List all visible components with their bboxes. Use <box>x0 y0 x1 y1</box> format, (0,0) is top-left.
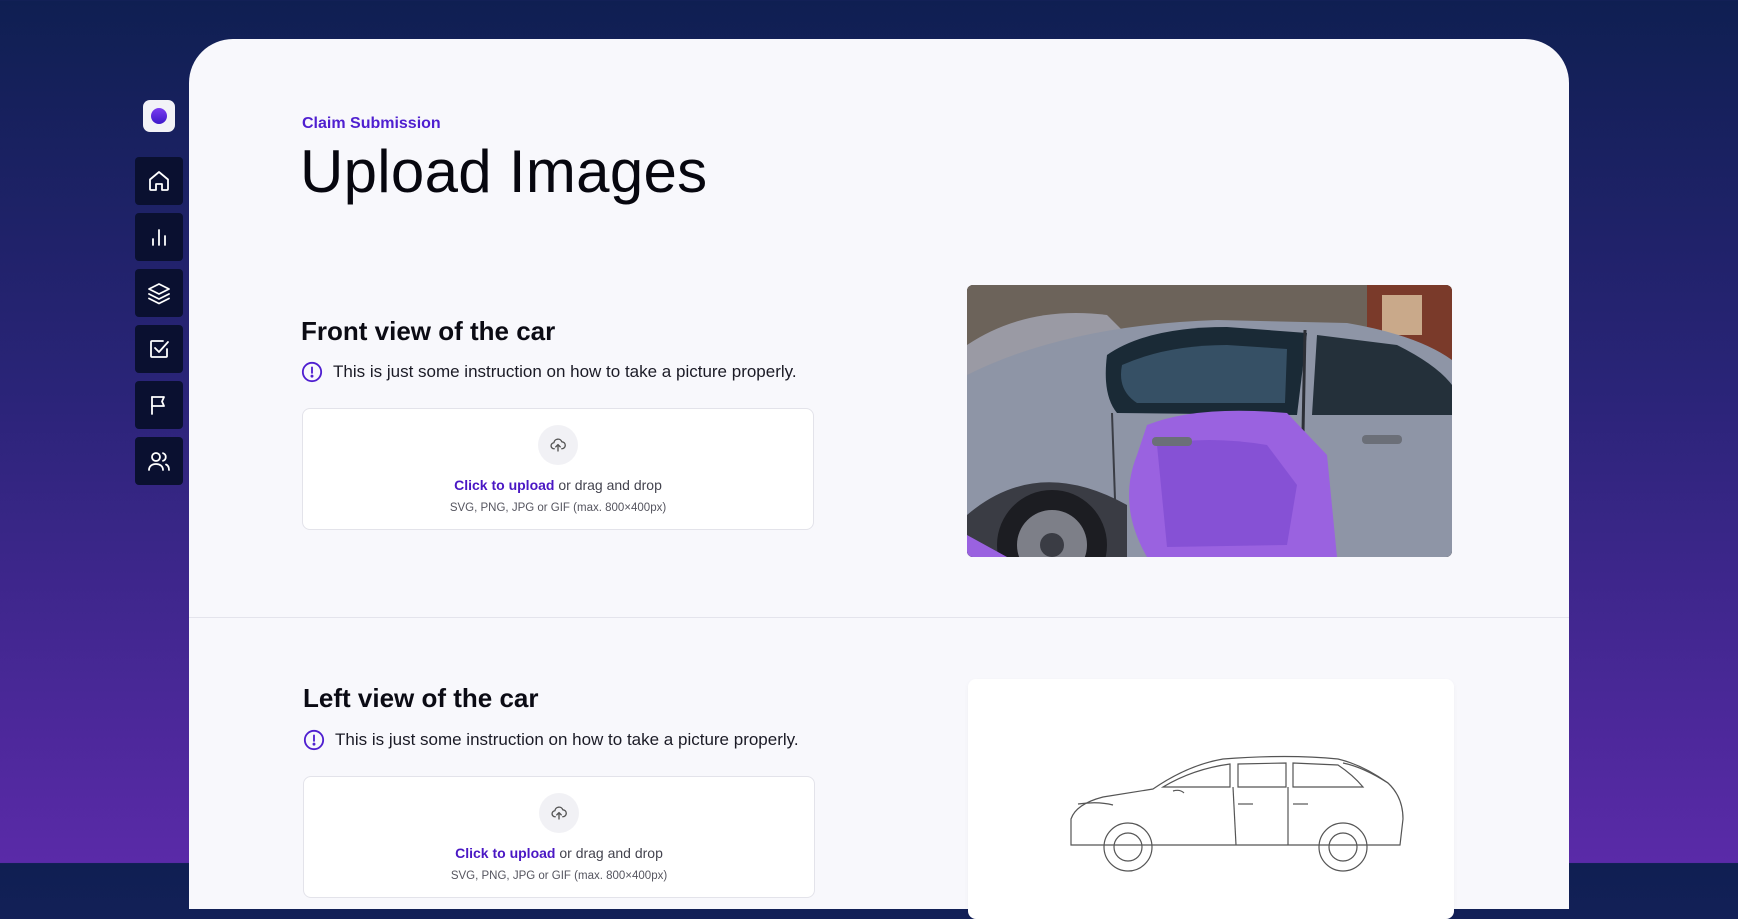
breadcrumb: Claim Submission <box>302 115 441 132</box>
click-to-upload-link[interactable]: Click to upload <box>454 477 554 493</box>
upload-formats-hint: SVG, PNG, JPG or GIF (max. 800×400px) <box>450 870 668 882</box>
checkbox-icon <box>150 340 169 358</box>
upload-cloud-icon <box>538 425 578 465</box>
home-icon <box>149 171 169 191</box>
sidebar-item-tasks[interactable] <box>135 325 183 373</box>
sidebar-item-users[interactable] <box>135 437 183 485</box>
instruction-text: This is just some instruction on how to … <box>335 730 799 749</box>
app-logo[interactable] <box>143 100 175 132</box>
damaged-car-photo <box>967 285 1452 557</box>
upload-dropzone-left[interactable]: Click to upload or drag and drop SVG, PN… <box>303 776 815 898</box>
upload-formats-hint: SVG, PNG, JPG or GIF (max. 800×400px) <box>449 502 667 514</box>
instruction-text: This is just some instruction on how to … <box>333 362 797 381</box>
sidebar-item-analytics[interactable] <box>135 213 183 261</box>
page-title: Upload Images <box>300 138 708 205</box>
upload-dropzone-front[interactable]: Click to upload or drag and drop SVG, PN… <box>302 408 814 530</box>
app-logo-icon <box>151 108 167 124</box>
users-icon <box>148 452 170 471</box>
sidebar-item-reports[interactable] <box>135 381 183 429</box>
bar-chart-icon <box>152 229 166 246</box>
layers-icon <box>148 283 170 305</box>
upload-prompt: Click to upload or drag and drop <box>303 477 813 493</box>
info-icon <box>303 729 325 751</box>
instruction-front: This is just some instruction on how to … <box>301 361 797 383</box>
section-title-front: Front view of the car <box>301 316 556 346</box>
car-side-sketch <box>968 679 1454 919</box>
main-panel: Claim Submission Upload Images Front vie… <box>189 39 1569 919</box>
sidebar-item-home[interactable] <box>135 157 183 205</box>
upload-prompt: Click to upload or drag and drop <box>304 845 814 861</box>
info-icon <box>301 361 323 383</box>
upload-cloud-icon <box>539 793 579 833</box>
section-divider <box>189 617 1569 618</box>
flag-icon <box>151 396 165 415</box>
instruction-left: This is just some instruction on how to … <box>303 729 799 751</box>
sidebar-item-layers[interactable] <box>135 269 183 317</box>
click-to-upload-link[interactable]: Click to upload <box>455 845 555 861</box>
section-title-left: Left view of the car <box>303 683 539 713</box>
drag-drop-text: or drag and drop <box>555 845 663 861</box>
drag-drop-text: or drag and drop <box>554 477 662 493</box>
